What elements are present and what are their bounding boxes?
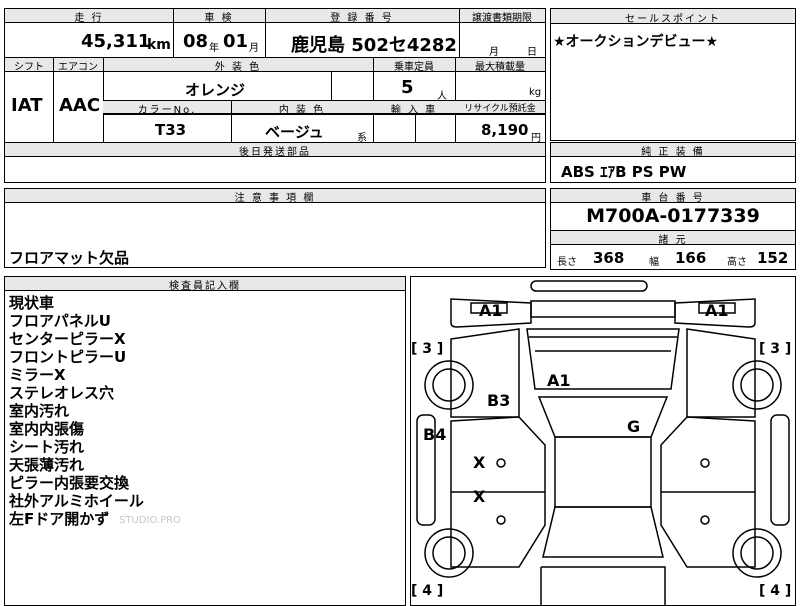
mark-tire-rr: [ 4 ] bbox=[759, 583, 792, 599]
delivery-label: 後日発送部品 bbox=[239, 147, 311, 158]
mark-tire-fr: [ 3 ] bbox=[759, 341, 792, 357]
inspector-item: ミラーX bbox=[9, 366, 66, 384]
notes-label: 注 意 事 項 欄 bbox=[234, 193, 316, 204]
notes-text: フロアマット欠品 bbox=[9, 249, 130, 267]
color-number: T33 bbox=[155, 121, 187, 139]
inspector-item: 天張薄汚れ bbox=[9, 456, 85, 474]
inspector-item: フロアパネルU bbox=[9, 312, 111, 330]
mark-door-rear: X bbox=[473, 487, 486, 506]
transfer-label: 譲渡書類期限 bbox=[472, 13, 532, 24]
equipment-box: 純 正 装 備 ABS ｴｱB PS PW bbox=[550, 142, 796, 183]
width-value: 166 bbox=[675, 249, 707, 267]
mark-hood: A1 bbox=[547, 371, 571, 390]
recycle-value: 8,190 bbox=[481, 121, 529, 139]
car-outline bbox=[416, 280, 790, 605]
inspector-item: 室内内張傷 bbox=[9, 420, 85, 438]
aircon-label: エアコン bbox=[58, 62, 98, 73]
mark-fender: B3 bbox=[487, 391, 511, 410]
equipment-text: ABS ｴｱB PS PW bbox=[561, 163, 687, 181]
recycle-label: リサイクル預託金 bbox=[464, 104, 536, 114]
mark-door: B4 bbox=[423, 425, 447, 444]
equipment-label: 純 正 装 備 bbox=[641, 147, 705, 158]
shift-label: シフト bbox=[14, 62, 44, 73]
inspector-item: 現状車 bbox=[9, 294, 55, 312]
chassis-label: 車 台 番 号 bbox=[641, 193, 705, 204]
exterior-label: 外 装 色 bbox=[214, 62, 262, 73]
height-value: 152 bbox=[757, 249, 789, 267]
inspector-label: 検査員記入欄 bbox=[169, 281, 241, 292]
mark-tire-fl: [ 3 ] bbox=[411, 341, 444, 357]
sales-point-box: セールスポイント ★オークションデビュー★ bbox=[550, 8, 796, 141]
transfer-day-unit: 日 bbox=[527, 47, 537, 58]
mark-tire-rl: [ 4 ] bbox=[411, 583, 444, 599]
mark-front-right: A1 bbox=[705, 301, 729, 320]
info-table: 走 行 車 検 登 録 番 号 譲渡書類期限 45,311 km 08 年 01… bbox=[4, 8, 546, 183]
inspector-item: 社外アルミホイール bbox=[9, 492, 144, 510]
inspection-label: 車 検 bbox=[204, 13, 234, 24]
interior-color: ベージュ bbox=[265, 123, 324, 141]
car-diagram: A1 A1 A1 B3 B4 G X X [ 3 ] [ 3 ] [ 4 ] [… bbox=[410, 276, 796, 606]
inspection-year: 08 bbox=[183, 31, 209, 52]
chassis-box: 車 台 番 号 M700A-0177339 諸 元 長さ 368 幅 166 高… bbox=[550, 188, 796, 270]
inspector-box: 検査員記入欄 現状車 フロアパネルU センターピラーX フロントピラーU ミラーX ステレ… bbox=[4, 276, 406, 606]
inspector-item: フロントピラーU bbox=[9, 348, 127, 366]
notes-box: 注 意 事 項 欄 フロアマット欠品 bbox=[4, 188, 546, 268]
length-value: 368 bbox=[593, 249, 625, 267]
sales-point-text: ★オークションデビュー★ bbox=[553, 34, 719, 50]
mark-front-left: A1 bbox=[479, 301, 503, 320]
inspector-item: ピラー内張要交換 bbox=[9, 474, 130, 492]
registration-label: 登 録 番 号 bbox=[330, 13, 394, 24]
width-label: 幅 bbox=[649, 257, 659, 268]
registration-number: 鹿児島 502セ4282 bbox=[291, 35, 457, 56]
length-label: 長さ bbox=[557, 257, 577, 268]
inspection-month: 01 bbox=[223, 31, 249, 52]
transfer-month-unit: 月 bbox=[489, 47, 499, 58]
sales-point-label: セールスポイント bbox=[625, 14, 721, 25]
mileage-unit: km bbox=[147, 37, 171, 53]
dims-label: 諸 元 bbox=[658, 235, 688, 246]
mark-door-front: X bbox=[473, 453, 486, 472]
maxload-label: 最大積載量 bbox=[475, 62, 525, 73]
aircon-value: AAC bbox=[59, 95, 101, 116]
height-label: 高さ bbox=[727, 257, 747, 268]
shift-value: IAT bbox=[11, 95, 43, 116]
inspector-item: 室内汚れ bbox=[9, 402, 70, 420]
inspector-list: 現状車 フロアパネルU センターピラーX フロントピラーU ミラーX ステレオレス穴 室内汚… bbox=[9, 294, 144, 528]
capacity-label: 乗車定員 bbox=[394, 62, 434, 73]
exterior-color: オレンジ bbox=[185, 81, 246, 99]
inspector-item: ステレオレス穴 bbox=[9, 384, 115, 402]
maxload-unit: kg bbox=[529, 87, 542, 98]
mark-roof: G bbox=[627, 417, 641, 436]
month-unit: 月 bbox=[249, 43, 259, 54]
mileage-value: 45,311 bbox=[81, 31, 151, 52]
watermark: STUDIO.PRO bbox=[119, 515, 181, 526]
capacity-value: 5 bbox=[401, 77, 414, 98]
chassis-number: M700A-0177339 bbox=[586, 205, 760, 227]
inspector-item: センターピラーX bbox=[9, 330, 126, 348]
year-unit: 年 bbox=[209, 43, 219, 54]
inspector-item: シート汚れ bbox=[9, 438, 85, 456]
mileage-label: 走 行 bbox=[74, 13, 104, 24]
